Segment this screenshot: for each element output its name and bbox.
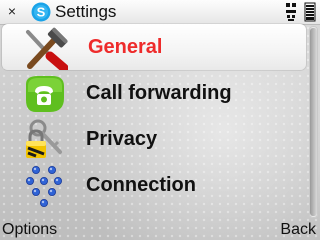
scrollbar-thumb[interactable] xyxy=(310,28,317,216)
list-item-label: Call forwarding xyxy=(86,82,232,104)
battery-icon xyxy=(304,2,316,22)
phone-icon xyxy=(26,76,64,112)
list-item-label: Privacy xyxy=(86,128,158,150)
list-item-label: Connection xyxy=(86,174,196,196)
options-softkey[interactable]: Options xyxy=(2,220,57,240)
page-title: Settings xyxy=(55,2,117,21)
network-status-icon xyxy=(286,3,296,21)
scrollbar[interactable] xyxy=(309,26,318,218)
title-bar: × S Settings xyxy=(0,0,320,25)
back-softkey[interactable]: Back xyxy=(280,220,316,240)
svg-text:S: S xyxy=(37,5,46,20)
close-icon[interactable]: × xyxy=(5,3,19,19)
lock-keys-icon xyxy=(26,119,62,158)
list-item-connection[interactable]: Connection xyxy=(0,162,306,208)
skype-logo-icon: S xyxy=(31,2,51,22)
network-nodes-icon xyxy=(26,166,63,208)
tools-icon xyxy=(26,27,68,70)
list-item-privacy[interactable]: Privacy xyxy=(0,116,306,162)
list-item-label: General xyxy=(88,36,163,58)
list-item-general[interactable]: General xyxy=(2,24,306,70)
list-item-call-forwarding[interactable]: Call forwarding xyxy=(0,70,306,116)
